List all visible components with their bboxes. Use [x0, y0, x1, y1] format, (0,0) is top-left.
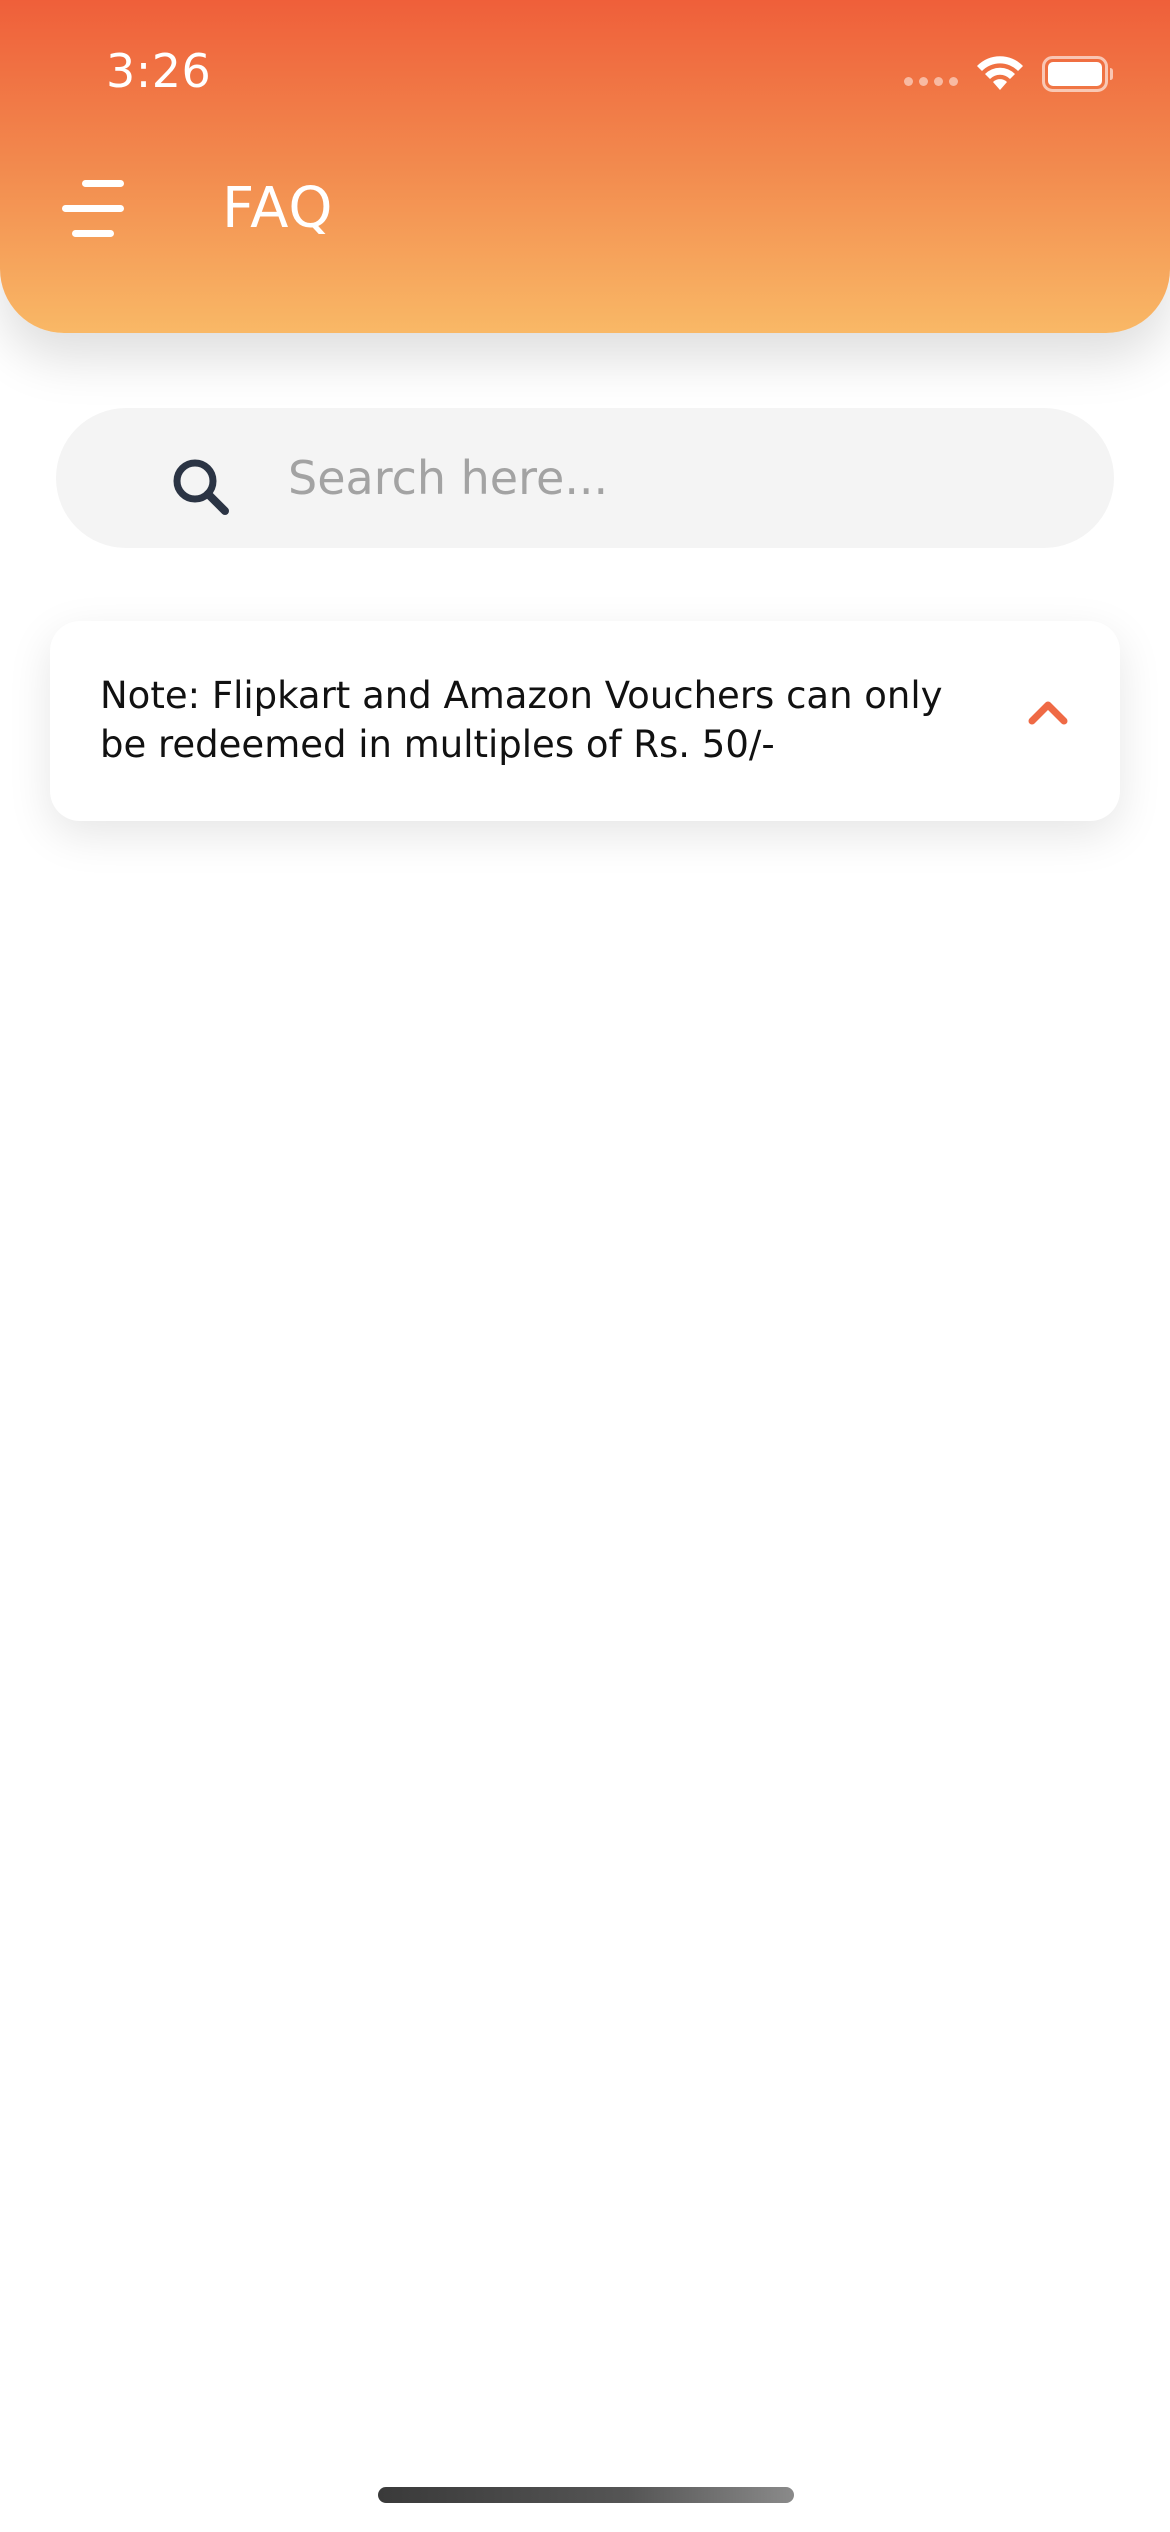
battery-icon	[1042, 56, 1114, 92]
wifi-icon	[976, 56, 1024, 92]
status-indicators	[904, 54, 1114, 94]
menu-button[interactable]	[62, 180, 128, 240]
status-time: 3:26	[106, 44, 212, 98]
faq-item[interactable]: Note: Flipkart and Amazon Vouchers can o…	[50, 621, 1120, 821]
page-title: FAQ	[222, 176, 334, 241]
search-input[interactable]	[232, 428, 1052, 528]
faq-screen: 3:26 FAQ Search here... Note: Flipkart a…	[0, 0, 1170, 2532]
search-bar[interactable]	[56, 408, 1114, 548]
cellular-signal-icon	[904, 76, 958, 86]
app-header: 3:26 FAQ	[0, 0, 1170, 333]
faq-question: Note: Flipkart and Amazon Vouchers can o…	[100, 674, 943, 766]
chevron-up-icon[interactable]	[1018, 683, 1078, 743]
search-icon	[170, 456, 232, 518]
home-indicator[interactable]	[378, 2487, 794, 2503]
